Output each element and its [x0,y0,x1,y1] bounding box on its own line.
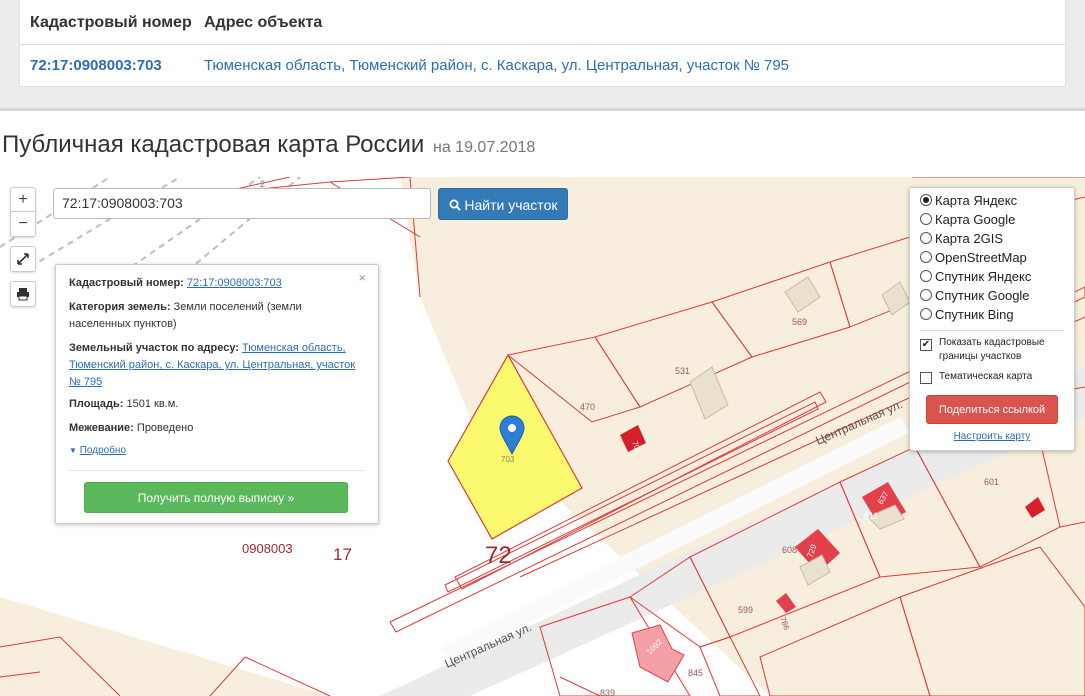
popup-cadastral-row: Кадастровый номер: 72:17:0908003:703 [69,275,364,292]
popup-cadastral-link[interactable]: 72:17:0908003:703 [187,277,282,289]
details-toggle[interactable]: ▼ Подробно [69,445,126,456]
label-569: 569 [792,317,807,327]
search-icon [449,199,461,211]
layers-panel: Карта Яндекс Карта Google Карта 2GIS Ope… [909,187,1075,451]
header-address: Адрес объекта [204,14,323,31]
page-date: на 19.07.2018 [433,139,536,156]
print-button[interactable] [10,281,36,307]
label-470: 470 [580,402,595,412]
popup-survey-label: Межевание: [69,422,134,434]
label-531: 531 [675,366,690,376]
row-divider [20,44,1065,45]
label-611: 611 [864,511,878,521]
address-link[interactable]: Тюменская область, Тюменский район, с. К… [204,57,789,74]
cadastral-map[interactable]: 703 470 531 569 601 608 611 599 845 839 … [0,177,1085,696]
popup-address-label: Земельный участок по адресу: [69,342,239,354]
find-parcel-button[interactable]: Найти участок [438,188,568,220]
find-parcel-label: Найти участок [464,197,558,213]
label-599: 599 [738,605,753,615]
thematic-map-label: Тематическая карта [939,371,1033,382]
layer-label: OpenStreetMap [935,250,1027,265]
land-area-left [0,597,330,696]
layer-label: Спутник Яндекс [935,269,1032,284]
label-703: 703 [501,455,515,464]
fullscreen-button[interactable] [10,246,36,272]
layer-option-osm[interactable]: OpenStreetMap [920,249,1027,267]
layer-option-google-map[interactable]: Карта Google [920,211,1015,229]
radio-icon [920,289,932,301]
layer-label: Карта Google [935,212,1016,227]
divider [0,108,1085,111]
parcel-info-popup: × Кадастровый номер: 72:17:0908003:703 К… [55,264,379,524]
popup-address-row: Земельный участок по адресу: Тюменская о… [69,340,364,391]
header-cadastral: Кадастровый номер [30,14,192,31]
show-borders-label: Показать кадастровые границы участков [939,337,1045,362]
zoom-out-button[interactable]: − [10,211,36,237]
radio-icon [920,251,932,263]
cadastral-number-link[interactable]: 72:17:0908003:703 [30,57,162,74]
label-601: 601 [984,477,999,487]
layer-option-bing-satellite[interactable]: Спутник Bing [920,306,1014,324]
label-839: 839 [600,688,615,696]
label-block: 0908003 [242,541,293,556]
popup-area-row: Площадь: 1501 кв.м. [69,396,364,413]
zoom-in-button[interactable]: + [10,187,36,213]
layer-label: Спутник Bing [935,307,1014,322]
popup-category-label: Категория земель: [69,301,171,313]
popup-cadastral-label: Кадастровый номер: [69,277,184,289]
popup-survey-value: Проведено [136,422,194,434]
layer-option-google-satellite[interactable]: Спутник Google [920,287,1030,305]
popup-area-value: 1501 кв.м. [126,398,179,410]
radio-icon [920,232,932,244]
radio-icon [920,308,932,320]
label-72: 72 [485,542,512,569]
search-input[interactable]: 72:17:0908003:703 [53,188,431,219]
radio-icon [920,213,932,225]
layer-label: Карта 2GIS [935,231,1004,246]
layer-option-yandex-map[interactable]: Карта Яндекс [920,192,1017,210]
get-extract-button[interactable]: Получить полную выписку » [84,482,348,513]
page-title-text: Публичная кадастровая карта России [2,131,425,158]
layer-option-yandex-satellite[interactable]: Спутник Яндекс [920,268,1031,286]
print-icon [17,288,29,301]
radio-icon [920,270,932,282]
caret-down-icon: ▼ [69,446,77,455]
layer-option-2gis-map[interactable]: Карта 2GIS [920,230,1003,248]
expand-icon [17,253,29,265]
results-table: Кадастровый номер Адрес объекта 72:17:09… [19,0,1066,87]
layer-label: Спутник Google [935,288,1030,303]
popup-survey-row: Межевание: Проведено [69,420,364,437]
popup-category-row: Категория земель: Земли поселений (земли… [69,299,364,333]
configure-map-link[interactable]: Настроить карту [910,431,1074,442]
popup-area-label: Площадь: [69,398,124,410]
share-link-button[interactable]: Поделиться ссылкой [926,395,1058,424]
layers-divider [920,330,1064,331]
details-label: Подробно [79,445,127,456]
label-17: 17 [333,545,352,564]
radio-icon [920,194,932,206]
popup-divider [69,470,365,471]
show-borders-checkbox[interactable]: ✔ [920,339,932,351]
label-608: 608 [782,545,797,555]
thematic-map-checkbox[interactable] [920,372,932,384]
layer-label: Карта Яндекс [935,193,1018,208]
page-title: Публичная кадастровая карта России на 19… [2,131,535,159]
label-845: 845 [688,668,703,678]
